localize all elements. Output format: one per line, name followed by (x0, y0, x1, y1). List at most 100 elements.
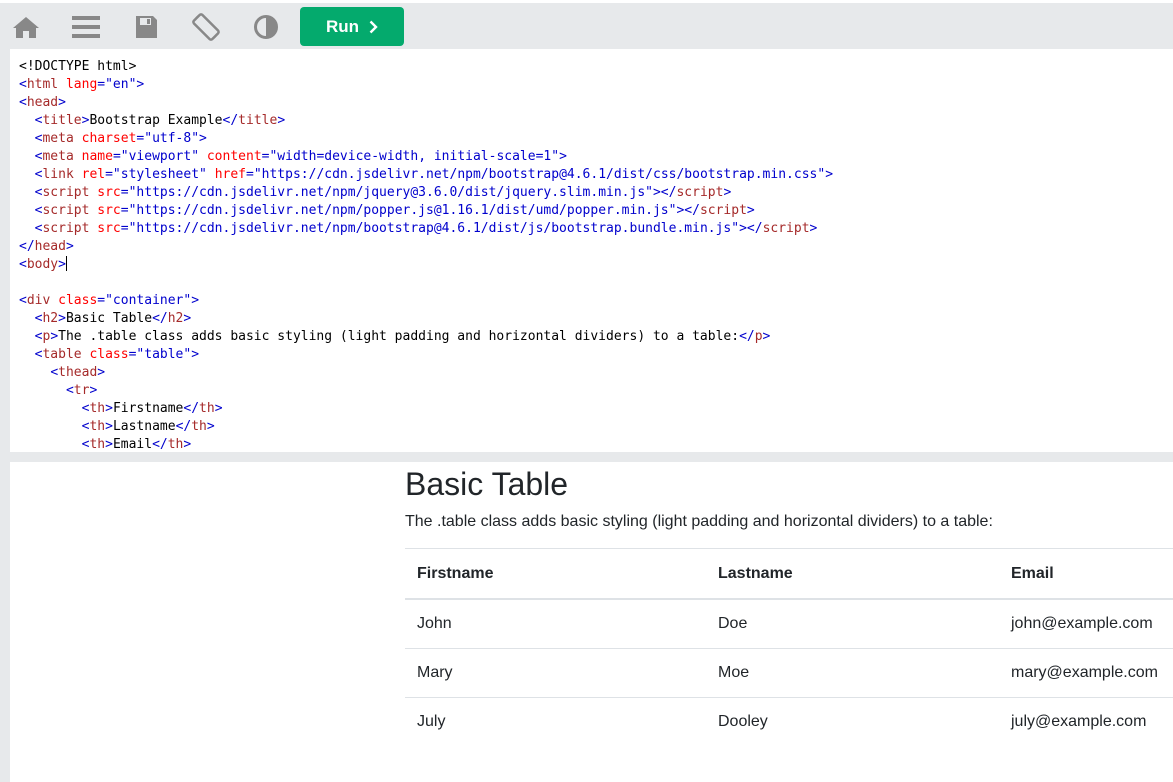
code-token: ></ (676, 203, 700, 218)
code-token: script (42, 185, 90, 200)
code-token: div (26, 293, 51, 308)
code-token: < (19, 293, 27, 308)
code-token: ="viewport" (112, 149, 200, 164)
code-token: </ (152, 311, 168, 326)
cell-firstname: Mary (405, 648, 706, 698)
code-token: < (19, 95, 27, 110)
code-token: meta (42, 149, 74, 164)
code-content[interactable]: <!DOCTYPE html> <html lang="en"> <head> <t… (19, 58, 833, 452)
code-token: th (89, 419, 106, 434)
code-token: ="container" (97, 293, 192, 308)
code-token: > (762, 329, 771, 344)
cell-email: john@example.com (999, 598, 1173, 649)
code-token: rel (81, 167, 106, 182)
code-token: > (50, 329, 59, 344)
code-token: Basic Table (65, 311, 153, 326)
code-token: thead (58, 365, 98, 380)
contrast-icon[interactable] (249, 12, 283, 42)
code-token: < (19, 77, 27, 92)
home-icon[interactable] (9, 12, 43, 42)
code-token: </ (222, 113, 239, 128)
code-line: <h2>Basic Table</h2> (19, 310, 833, 328)
code-token: ="https://cdn.jsdelivr.net/npm/bootstrap… (120, 221, 740, 236)
code-token: Firstname (112, 401, 184, 416)
code-line: <meta name="viewport" content="width=dev… (19, 148, 833, 166)
code-token: name (81, 149, 113, 164)
code-token: charset (81, 131, 137, 146)
table-row: John Doe john@example.com (405, 598, 1173, 649)
code-token: title (238, 113, 278, 128)
chevron-right-icon (369, 20, 378, 33)
description-text: The .table class adds basic styling (lig… (405, 513, 993, 530)
code-line: <p>The .table class adds basic styling (… (19, 328, 833, 346)
code-token: > (65, 239, 74, 254)
code-line: <body> (19, 256, 833, 274)
code-token: > (183, 437, 192, 452)
data-table: Firstname Lastname Email John Doe john@e… (405, 548, 1173, 746)
code-token: </ (183, 401, 200, 416)
code-token: href (214, 167, 246, 182)
code-token: ></ (652, 185, 677, 200)
code-token: content (206, 149, 262, 164)
code-token: Email (112, 437, 153, 452)
header-lastname: Lastname (706, 548, 999, 600)
code-token: > (105, 437, 113, 452)
code-token: script (42, 221, 90, 236)
menu-icon[interactable] (69, 12, 103, 42)
code-token: ="https://cdn.jsdelivr.net/npm/jquery@3.… (120, 185, 653, 200)
code-token: < (50, 365, 59, 380)
code-line: <html lang="en"> (19, 76, 833, 94)
code-token: title (42, 113, 82, 128)
rotate-icon[interactable] (189, 12, 223, 42)
code-token: > (183, 311, 192, 326)
code-token: class (58, 293, 98, 308)
cell-lastname: Dooley (706, 697, 999, 746)
result-preview: Basic Table The .table class adds basic … (10, 462, 1173, 782)
code-token: </ (152, 437, 168, 452)
code-line: <th>Firstname</th> (19, 400, 833, 418)
code-token: ="https://cdn.jsdelivr.net/npm/popper.js… (120, 203, 677, 218)
code-line: <title>Bootstrap Example</title> (19, 112, 833, 130)
code-token: > (105, 401, 113, 416)
code-line: <th>Email</th> (19, 436, 833, 452)
code-token: h2 (167, 311, 184, 326)
run-button-label: Run (325, 16, 360, 36)
header-firstname: Firstname (405, 548, 706, 600)
code-token: > (89, 383, 98, 398)
text-cursor (65, 256, 67, 271)
code-token: > (825, 167, 834, 182)
save-icon[interactable] (129, 12, 163, 42)
code-token: Bootstrap Example (89, 113, 223, 128)
code-token: p (754, 329, 763, 344)
code-line: <head> (19, 94, 833, 112)
page-title: Basic Table (405, 466, 569, 502)
code-editor[interactable]: <!DOCTYPE html> <html lang="en"> <head> <t… (10, 49, 1173, 452)
code-token: > (58, 95, 66, 110)
code-token: ="table" (128, 347, 192, 362)
code-token: > (105, 419, 113, 434)
table-row: Mary Moe mary@example.com (405, 648, 1173, 698)
code-token: ></ (739, 221, 763, 236)
code-line: <!DOCTYPE html> (19, 58, 833, 76)
code-token: tr (73, 383, 90, 398)
code-line: <script src="https://cdn.jsdelivr.net/np… (19, 202, 833, 220)
code-line: <link rel="stylesheet" href="https://cdn… (19, 166, 833, 184)
code-token: > (746, 203, 755, 218)
code-line: <table class="table"> (19, 346, 833, 364)
code-line: <tr> (19, 382, 833, 400)
run-button[interactable]: Run (300, 7, 404, 46)
code-token: > (191, 347, 200, 362)
code-token: src (97, 185, 121, 200)
